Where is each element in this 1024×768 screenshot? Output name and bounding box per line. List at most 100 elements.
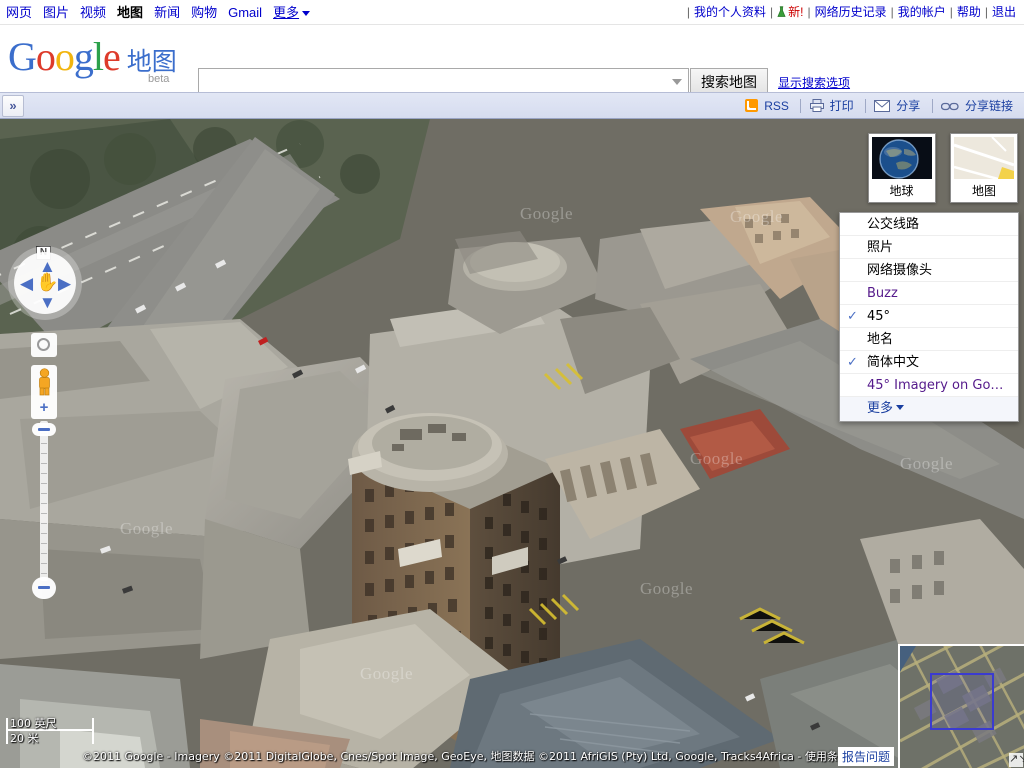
rss-icon[interactable] xyxy=(745,99,759,112)
pan-left-icon[interactable]: ◀ xyxy=(20,275,33,292)
header-zone: Google 地图 beta 搜索地图 显示搜索选项 xyxy=(0,25,1024,95)
nav-link-more[interactable]: 更多 xyxy=(273,5,299,20)
divider: | xyxy=(807,5,811,19)
nav-link-news[interactable]: 新闻 xyxy=(154,5,180,20)
share-link-button[interactable]: 分享链接 xyxy=(965,99,1013,113)
nav-link-images[interactable]: 图片 xyxy=(43,5,69,20)
toolbar-actions: RSS 打印 分享 分享链接 xyxy=(745,93,1016,120)
zoom-out-button[interactable] xyxy=(32,577,56,599)
divider xyxy=(800,99,802,113)
search-field-wrapper xyxy=(198,68,689,95)
check-icon: ✓ xyxy=(847,309,858,324)
map-toolbar: » RSS 打印 分享 分享链接 xyxy=(0,92,1024,119)
chevron-down-icon xyxy=(896,405,905,410)
logo-letter-g: G xyxy=(8,34,37,79)
divider: | xyxy=(890,5,894,19)
layer-item-buzz[interactable]: Buzz xyxy=(840,282,1018,305)
divider: | xyxy=(686,5,690,19)
layer-label: 45° Imagery on Go… xyxy=(867,378,1004,393)
overview-minimap[interactable]: ↗↘ xyxy=(898,644,1024,768)
link-web-history[interactable]: 网络历史记录 xyxy=(815,5,887,19)
layer-item-simplified-chinese[interactable]: ✓ 简体中文 xyxy=(840,351,1018,374)
layer-label: Buzz xyxy=(867,286,898,301)
map-type-earth-button[interactable]: 地球 xyxy=(867,133,936,203)
layer-item-45-imagery-link[interactable]: 45° Imagery on Go… xyxy=(840,374,1018,397)
nav-link-web[interactable]: 网页 xyxy=(6,5,32,20)
account-links: | 我的个人资料 | 新! | 网络历史记录 | 我的帐户 | 帮助 | 退出 xyxy=(683,0,1016,27)
search-input[interactable] xyxy=(198,68,689,95)
hand-icon[interactable]: ✋ xyxy=(36,272,58,293)
layer-label: 照片 xyxy=(867,240,894,255)
pan-control[interactable]: ▲ ▼ ◀ ▶ ✋ xyxy=(14,252,76,314)
nav-link-videos[interactable]: 视频 xyxy=(80,5,106,20)
zoom-control[interactable]: + xyxy=(31,399,57,604)
map-type-map-button[interactable]: 地图 xyxy=(950,133,1018,203)
link-help[interactable]: 帮助 xyxy=(957,5,981,19)
link-my-account[interactable]: 我的帐户 xyxy=(898,5,946,19)
printer-icon[interactable] xyxy=(809,99,824,115)
layer-item-labels[interactable]: 地名 xyxy=(840,328,1018,351)
logo-letter-e: e xyxy=(103,34,121,79)
envelope-icon[interactable] xyxy=(874,100,891,115)
divider xyxy=(931,99,933,113)
link-my-profile[interactable]: 我的个人资料 xyxy=(694,5,766,19)
circle-icon xyxy=(37,338,50,351)
layer-item-45-degree[interactable]: ✓ 45° xyxy=(840,305,1018,328)
top-navigation-bar: 网页 图片 视频 地图 新闻 购物 Gmail 更多 | 我的个人资料 | 新! | 网络历史记录 | 我的… xyxy=(0,0,1024,25)
pan-down-icon[interactable]: ▼ xyxy=(39,294,56,311)
map-thumbnail xyxy=(954,137,1014,179)
search-button[interactable]: 搜索地图 xyxy=(690,68,768,95)
link-sign-out[interactable]: 退出 xyxy=(992,5,1016,19)
layers-more-button[interactable]: 更多 xyxy=(840,397,1018,421)
pegman-icon[interactable] xyxy=(31,365,57,399)
nav-link-maps[interactable]: 地图 xyxy=(117,5,143,20)
google-maps-logo[interactable]: Google 地图 beta xyxy=(8,33,177,85)
chevron-down-icon[interactable] xyxy=(302,11,311,17)
pan-right-icon[interactable]: ▶ xyxy=(58,275,71,292)
logo-beta-tag: beta xyxy=(148,73,170,85)
zoom-slider-handle[interactable] xyxy=(32,423,56,436)
layer-label: 网络摄像头 xyxy=(867,263,933,278)
report-issue-button[interactable]: 报告问题 xyxy=(837,747,894,766)
layer-label: 地名 xyxy=(867,332,894,347)
print-button[interactable]: 打印 xyxy=(830,99,854,113)
layer-item-photos[interactable]: 照片 xyxy=(840,236,1018,259)
share-button[interactable]: 分享 xyxy=(896,99,920,113)
google-maps-page: 网页 图片 视频 地图 新闻 购物 Gmail 更多 | 我的个人资料 | 新! | 网络历史记录 | 我的… xyxy=(0,0,1024,768)
divider xyxy=(864,99,866,113)
logo-product-name: 地图 xyxy=(126,47,177,76)
divider: | xyxy=(984,5,988,19)
map-type-map-label: 地图 xyxy=(971,184,996,198)
recenter-button[interactable] xyxy=(31,333,57,357)
scale-bar: 100 英尺 20 米 xyxy=(6,716,98,746)
layer-label: 45° xyxy=(867,309,891,324)
double-chevron-right-icon[interactable]: » xyxy=(2,95,24,117)
chevron-down-icon[interactable] xyxy=(672,79,682,85)
globe-thumbnail xyxy=(871,137,932,179)
zoom-slider-track[interactable] xyxy=(40,421,48,581)
nav-link-gmail[interactable]: Gmail xyxy=(228,5,262,20)
rss-button[interactable]: RSS xyxy=(764,99,789,113)
zoom-in-button[interactable]: + xyxy=(31,399,57,419)
check-icon: ✓ xyxy=(847,355,858,370)
map-canvas[interactable]: Google Google Google Google Google Googl… xyxy=(0,119,1024,768)
layers-more-label: 更多 xyxy=(867,401,894,416)
logo-letter-o1: o xyxy=(35,34,56,79)
link-chain-icon[interactable] xyxy=(940,101,959,115)
scale-label-meters: 20 米 xyxy=(10,732,39,745)
divider: | xyxy=(769,5,774,19)
nav-link-shopping[interactable]: 购物 xyxy=(191,5,217,20)
flask-icon xyxy=(777,2,786,27)
scale-label-feet: 100 英尺 xyxy=(10,717,57,730)
map-type-buttons: 地球 地图 xyxy=(858,133,1018,203)
layer-label: 公交线路 xyxy=(867,217,920,232)
layer-item-webcams[interactable]: 网络摄像头 xyxy=(840,259,1018,282)
layer-item-transit[interactable]: 公交线路 xyxy=(840,213,1018,236)
minimap-viewport-rect[interactable] xyxy=(930,673,994,730)
logo-letter-g2: g xyxy=(73,34,94,79)
link-new[interactable]: 新! xyxy=(788,5,803,19)
show-search-options-link[interactable]: 显示搜索选项 xyxy=(778,74,850,91)
resize-handle-icon[interactable]: ↗↘ xyxy=(1009,753,1024,767)
logo-letter-o2: o xyxy=(54,34,75,79)
layer-label: 简体中文 xyxy=(867,355,920,370)
